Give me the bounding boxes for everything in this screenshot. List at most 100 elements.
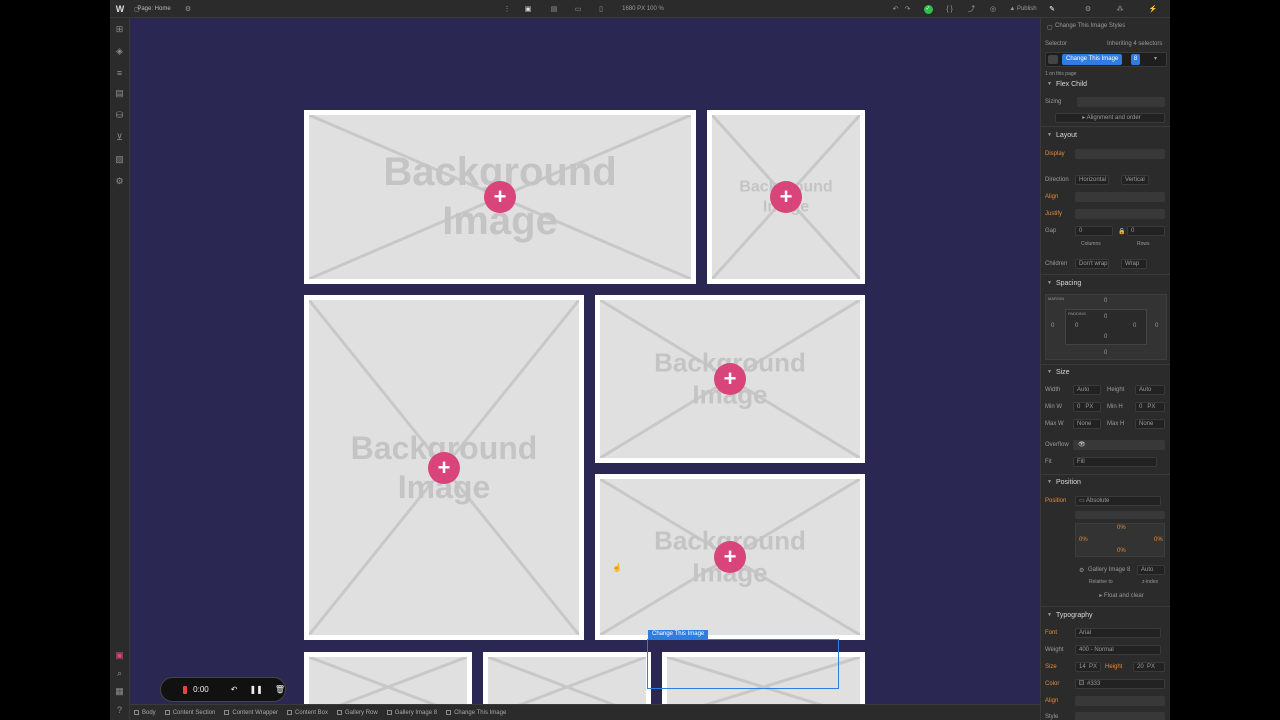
min-width-input[interactable]: 0 PX xyxy=(1073,402,1101,412)
gallery-image[interactable]: Background Image+ xyxy=(707,110,865,284)
max-width-input[interactable]: None xyxy=(1073,419,1101,429)
selector-dropdown-icon[interactable]: ▾ xyxy=(1154,55,1157,62)
alignment-order-button[interactable]: ▸ Alignment and order xyxy=(1055,113,1165,123)
sizing-buttons[interactable] xyxy=(1077,97,1165,107)
z-index-input[interactable]: Auto xyxy=(1137,565,1165,575)
width-input[interactable]: Auto xyxy=(1073,385,1101,395)
gallery-image[interactable]: Background Image+ xyxy=(595,474,865,640)
section-size[interactable]: ▼ Size xyxy=(1047,367,1070,377)
navigator-icon[interactable]: ≡ xyxy=(114,67,125,78)
section-typography[interactable]: ▼ Typography xyxy=(1047,610,1093,620)
cms-icon[interactable]: ⛁ xyxy=(114,110,125,121)
add-image-plus-icon[interactable]: + xyxy=(770,181,802,213)
position-presets[interactable] xyxy=(1075,511,1165,519)
font-select[interactable]: Arial xyxy=(1075,628,1161,638)
undo-icon[interactable]: ↶ xyxy=(891,0,900,18)
offset-right-value[interactable]: 0% xyxy=(1154,537,1163,543)
more-vert-icon[interactable]: ⋮ xyxy=(502,0,512,18)
weight-select[interactable]: 400 - Normal xyxy=(1075,645,1161,655)
record-icon[interactable]: ▣ xyxy=(114,650,125,661)
add-image-plus-icon[interactable]: + xyxy=(714,541,746,573)
mobile-portrait-icon[interactable]: ▯ xyxy=(596,0,606,18)
desktop-breakpoint-icon[interactable]: ▣ xyxy=(522,0,534,18)
gap-columns-input[interactable]: 0 xyxy=(1075,226,1113,236)
gap-rows-input[interactable]: 0 xyxy=(1127,226,1165,236)
padding-top-value[interactable]: 0 xyxy=(1104,314,1107,320)
color-input[interactable]: #333 xyxy=(1075,679,1165,689)
margin-left-value[interactable]: 0 xyxy=(1051,323,1054,329)
offset-bottom-value[interactable]: 0% xyxy=(1117,548,1126,554)
tablet-breakpoint-icon[interactable]: ▤ xyxy=(548,0,560,18)
add-element-icon[interactable]: ⊞ xyxy=(114,24,125,35)
apps-icon[interactable]: ▦ xyxy=(114,686,125,697)
padding-left-value[interactable]: 0 xyxy=(1075,323,1078,329)
align-options[interactable] xyxy=(1075,192,1165,202)
undo-record-icon[interactable]: ↶ xyxy=(231,685,238,694)
gallery-image[interactable] xyxy=(304,652,472,704)
offset-left-value[interactable]: 0% xyxy=(1079,537,1088,543)
breadcrumb-item[interactable]: Body xyxy=(134,710,156,716)
interactions-icon[interactable]: ⚡ xyxy=(1147,0,1159,18)
add-image-plus-icon[interactable]: + xyxy=(484,181,516,213)
style-manager-icon[interactable]: ⁂ xyxy=(1114,0,1126,18)
offset-top-value[interactable]: 0% xyxy=(1117,525,1126,531)
design-canvas[interactable]: Background Image+Background Image+Backgr… xyxy=(130,18,1042,704)
site-settings-icon[interactable]: ⚙ xyxy=(114,176,125,187)
breadcrumb-item[interactable]: Gallery Image 8 xyxy=(386,710,437,716)
code-icon[interactable]: { } xyxy=(944,0,955,18)
style-checkbox-icon[interactable]: ▢ xyxy=(1047,24,1053,31)
max-height-input[interactable]: None xyxy=(1135,419,1165,429)
add-image-plus-icon[interactable]: + xyxy=(714,363,746,395)
direction-horizontal[interactable]: Horizontal xyxy=(1075,175,1109,185)
mobile-landscape-icon[interactable]: ▭ xyxy=(572,0,584,18)
preview-icon[interactable]: ◎ xyxy=(988,0,998,18)
search-icon[interactable]: ⌕ xyxy=(114,668,125,679)
overflow-options[interactable] xyxy=(1073,440,1165,450)
pages-icon[interactable]: ▤ xyxy=(114,88,125,99)
settings-tab-icon[interactable]: ⚙ xyxy=(1082,0,1094,18)
gallery-image[interactable] xyxy=(483,652,651,704)
share-icon[interactable]: ⤴ xyxy=(966,0,977,18)
trash-icon[interactable]: 🗑 xyxy=(275,685,285,694)
text-align-options[interactable] xyxy=(1075,696,1165,706)
min-height-input[interactable]: 0 PX xyxy=(1135,402,1165,412)
settings-cog-icon[interactable]: ⚙ xyxy=(183,0,193,18)
redo-icon[interactable]: ↷ xyxy=(903,0,912,18)
fit-select[interactable]: Fill xyxy=(1073,457,1157,467)
margin-right-value[interactable]: 0 xyxy=(1155,323,1158,329)
font-size-input[interactable]: 14 PX xyxy=(1075,662,1101,672)
gallery-image[interactable]: Background Image+ xyxy=(595,295,865,463)
line-height-input[interactable]: 20 PX xyxy=(1133,662,1165,672)
padding-bottom-value[interactable]: 0 xyxy=(1104,334,1107,340)
children-wrap[interactable]: Wrap xyxy=(1121,259,1147,269)
margin-bottom-value[interactable]: 0 xyxy=(1104,350,1107,356)
breadcrumb-item[interactable]: Content Wrapper xyxy=(224,710,278,716)
gallery-image[interactable]: Background Image+ xyxy=(304,295,584,640)
stop-record-icon[interactable] xyxy=(183,685,188,694)
float-clear-button[interactable]: ▸ Float and clear xyxy=(1075,592,1165,602)
direction-vertical[interactable]: Vertical xyxy=(1121,175,1149,185)
breadcrumb-item[interactable]: Gallery Row xyxy=(337,710,378,716)
section-layout[interactable]: ▼ Layout xyxy=(1047,130,1077,140)
section-flex-child[interactable]: ▼ Flex Child xyxy=(1047,79,1087,89)
section-spacing[interactable]: ▼ Spacing xyxy=(1047,278,1081,288)
gap-lock-icon[interactable]: 🔒 xyxy=(1118,228,1125,235)
padding-right-value[interactable]: 0 xyxy=(1133,323,1136,329)
selector-chip[interactable]: Change This Image xyxy=(1062,54,1123,65)
breadcrumb-item[interactable]: Content Box xyxy=(286,710,328,716)
pause-icon[interactable]: ❚❚ xyxy=(249,685,262,694)
section-position[interactable]: ▼ Position xyxy=(1047,477,1081,487)
text-style-options[interactable] xyxy=(1075,712,1165,720)
page-selector[interactable]: Page: Home xyxy=(134,0,174,18)
position-select[interactable]: ▭ Absolute xyxy=(1075,496,1161,506)
add-image-plus-icon[interactable]: + xyxy=(428,451,460,484)
breadcrumb-item[interactable]: Change This Image xyxy=(446,710,506,716)
breadcrumb-item[interactable]: Content Section xyxy=(164,710,215,716)
height-input[interactable]: Auto xyxy=(1135,385,1165,395)
ecommerce-icon[interactable]: ⊻ xyxy=(114,132,125,143)
assets-icon[interactable]: ▨ xyxy=(114,154,125,165)
overflow-visible-icon[interactable]: 👁 xyxy=(1078,441,1086,448)
style-panel-brush-icon[interactable]: ✎ xyxy=(1045,0,1059,18)
gallery-image[interactable]: Background Image+ xyxy=(304,110,696,284)
relative-to-ref[interactable]: Gallery Image 8 xyxy=(1088,567,1130,573)
